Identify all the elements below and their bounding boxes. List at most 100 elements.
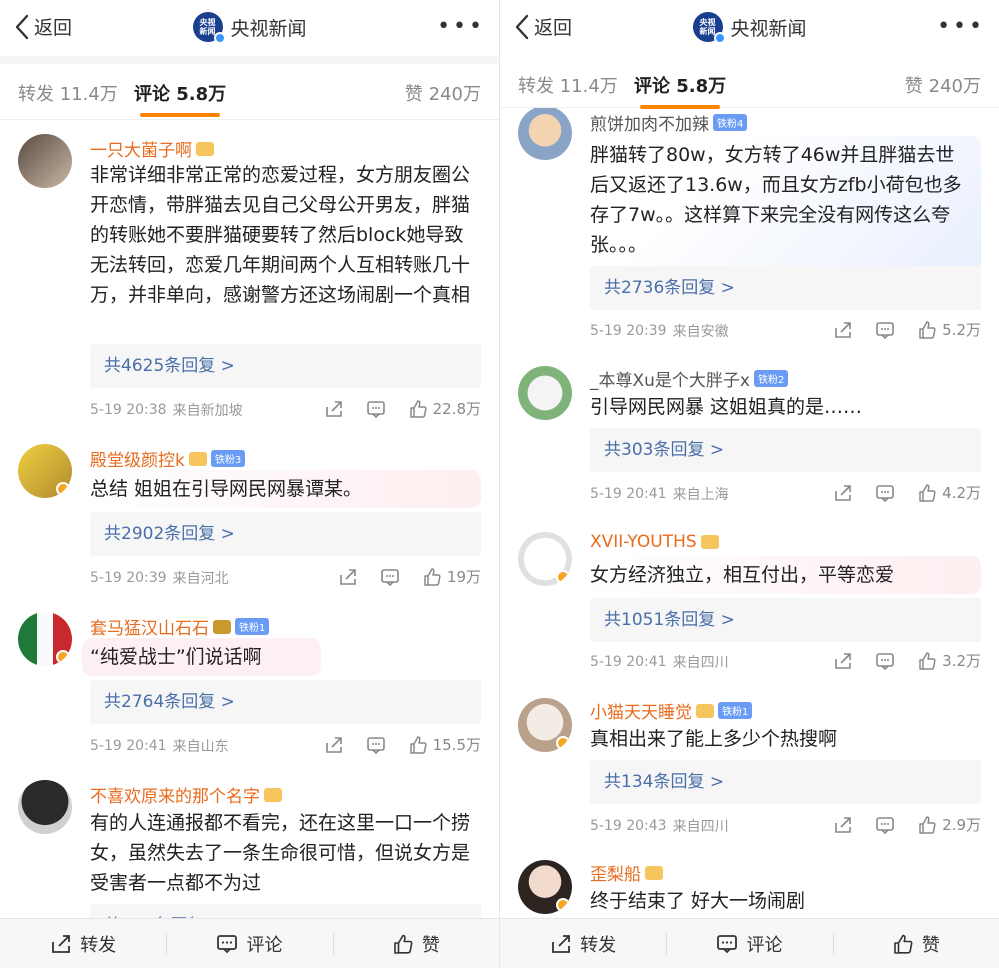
fan-badge: 铁粉2 (753, 370, 789, 387)
like-count: 19万 (446, 568, 481, 586)
tab-like[interactable]: 赞 240万 (405, 80, 481, 106)
vip-crown-icon (188, 451, 207, 466)
comment-time: 5-19 20:38 (90, 402, 167, 418)
fan-badge: 铁粉1 (718, 702, 753, 719)
tab-repost[interactable]: 转发 11.4万 (18, 80, 118, 106)
vip-crown-icon (696, 703, 714, 718)
comment-time: 5-19 20:41 (590, 486, 667, 502)
vip-crown-icon (645, 865, 663, 880)
username[interactable]: 殿堂级颜控k 铁粉3 (90, 446, 246, 471)
username[interactable]: 不喜欢原来的那个名字 (90, 782, 282, 807)
avatar[interactable] (18, 134, 72, 188)
tab-repost[interactable]: 转发 11.4万 (518, 72, 618, 98)
comment-time: 5-19 20:41 (90, 738, 167, 754)
replies-link[interactable]: 共303条回复 > (590, 428, 981, 472)
comment-icon[interactable] (380, 567, 400, 587)
avatar[interactable] (18, 780, 72, 834)
like-count: 4.2万 (942, 484, 981, 502)
username[interactable]: 小猫天天睡觉 铁粉1 (590, 698, 753, 723)
cctv-news-logo: 央视新闻 (192, 12, 226, 44)
comment-location: 来自上海 (672, 487, 729, 503)
like-button[interactable]: 赞 (832, 919, 999, 968)
like-button[interactable]: 3.2万 (917, 650, 981, 671)
comment-icon[interactable] (875, 483, 895, 503)
share-icon[interactable] (833, 651, 853, 671)
comment-button[interactable]: 评论 (666, 919, 832, 968)
tab-comment[interactable]: 评论 5.8万 (634, 72, 726, 109)
share-icon[interactable] (338, 567, 358, 587)
vip-crown-icon (213, 619, 231, 634)
share-icon[interactable] (324, 735, 344, 755)
share-icon[interactable] (833, 815, 853, 835)
replies-link[interactable]: 共2736条回复 > (590, 266, 981, 310)
replies-link[interactable]: 共2902条回复 > (90, 512, 481, 556)
like-button[interactable]: 5.2万 (917, 319, 981, 340)
avatar[interactable] (518, 106, 572, 160)
comment-icon (717, 934, 738, 953)
username[interactable]: _本尊Xu是个大胖子x 铁粉2 (590, 366, 789, 391)
tab-bar: 转发 11.4万 评论 5.8万 赞 240万 (500, 56, 999, 109)
username[interactable]: 歪梨船 (590, 860, 663, 885)
back-button[interactable]: 返回 (14, 13, 72, 40)
avatar[interactable] (18, 444, 72, 498)
replies-link[interactable]: 共134条回复 > (590, 760, 981, 804)
share-icon[interactable] (833, 483, 853, 503)
comment-icon[interactable] (366, 735, 386, 755)
comment-time: 5-19 20:41 (590, 654, 667, 670)
like-button[interactable]: 22.8万 (408, 398, 481, 419)
like-button[interactable]: 19万 (422, 566, 481, 587)
comment-text: 真相出来了能上多少个热搜啊 (590, 728, 838, 750)
like-button[interactable]: 2.9万 (917, 814, 981, 835)
verified-icon (556, 570, 570, 584)
thumbs-up-icon (409, 735, 427, 754)
top-bar: 返回 央视新闻 央视新闻 ••• (0, 0, 499, 56)
comment-text: 总结 姐姐在引导网民网暴谭某。 (82, 470, 481, 508)
share-icon[interactable] (324, 399, 344, 419)
comment-location: 来自安徽 (672, 324, 729, 340)
right-screen: 返回 央视新闻 央视新闻 ••• 煎饼加肉不加辣 铁粉4 胖猫转了80w，女方转了… (500, 0, 999, 968)
like-button[interactable]: 赞 (332, 919, 499, 968)
cctv-news-logo: 央视新闻 (692, 12, 726, 44)
username[interactable]: 套马猛汉山石石 铁粉1 (90, 614, 270, 639)
share-icon[interactable] (833, 320, 853, 340)
username[interactable]: 煎饼加肉不加辣 铁粉4 (590, 110, 748, 135)
tab-comment[interactable]: 评论 5.8万 (134, 80, 226, 117)
comment-icon[interactable] (875, 815, 895, 835)
like-button[interactable]: 15.5万 (408, 734, 481, 755)
back-arrow-icon (515, 14, 529, 39)
replies-link[interactable]: 共4625条回复 > (90, 344, 481, 388)
comment-icon[interactable] (366, 399, 386, 419)
thumbs-up-icon (424, 567, 441, 586)
comment-icon[interactable] (875, 651, 895, 671)
repost-button[interactable]: 转发 (500, 919, 666, 968)
replies-link[interactable]: 共2764条回复 > (90, 680, 481, 724)
back-label: 返回 (534, 17, 573, 39)
like-button[interactable]: 4.2万 (917, 482, 981, 503)
comment-text: 女方经济独立，相互付出，平等恋爱 (582, 556, 981, 594)
thumbs-up-icon (919, 483, 936, 502)
account-title[interactable]: 央视新闻 央视新闻 (192, 12, 307, 44)
replies-link[interactable]: 共1051条回复 > (590, 598, 981, 642)
avatar[interactable] (518, 698, 572, 752)
comment-icon[interactable] (875, 320, 895, 340)
thumbs-up-icon (394, 934, 413, 954)
comment-button[interactable]: 评论 (166, 919, 332, 968)
comment-meta: 5-19 20:39 来自河北 19万 (90, 566, 481, 590)
avatar[interactable] (518, 366, 572, 420)
avatar[interactable] (18, 612, 72, 666)
left-screen: 返回 央视新闻 央视新闻 ••• 转发 11.4万 评论 5.8万 赞 240万… (0, 0, 499, 968)
tab-like[interactable]: 赞 240万 (905, 72, 981, 98)
username[interactable]: 一只大菌子啊 (90, 136, 214, 161)
account-title[interactable]: 央视新闻 央视新闻 (692, 12, 807, 44)
repost-button[interactable]: 转发 (0, 919, 166, 968)
username[interactable]: XVII-YOUTHS (590, 532, 719, 552)
back-button[interactable]: 返回 (514, 13, 572, 40)
avatar[interactable] (518, 860, 572, 914)
more-icon[interactable]: ••• (937, 14, 985, 39)
comment-location: 来自四川 (672, 655, 729, 671)
more-icon[interactable]: ••• (437, 14, 485, 39)
comment-meta: 5-19 20:41 来自上海 4.2万 (590, 482, 981, 506)
thumbs-up-icon (919, 815, 936, 834)
comment-text: 终于结束了 好大一场闹剧 (590, 890, 806, 912)
avatar[interactable] (518, 532, 572, 586)
